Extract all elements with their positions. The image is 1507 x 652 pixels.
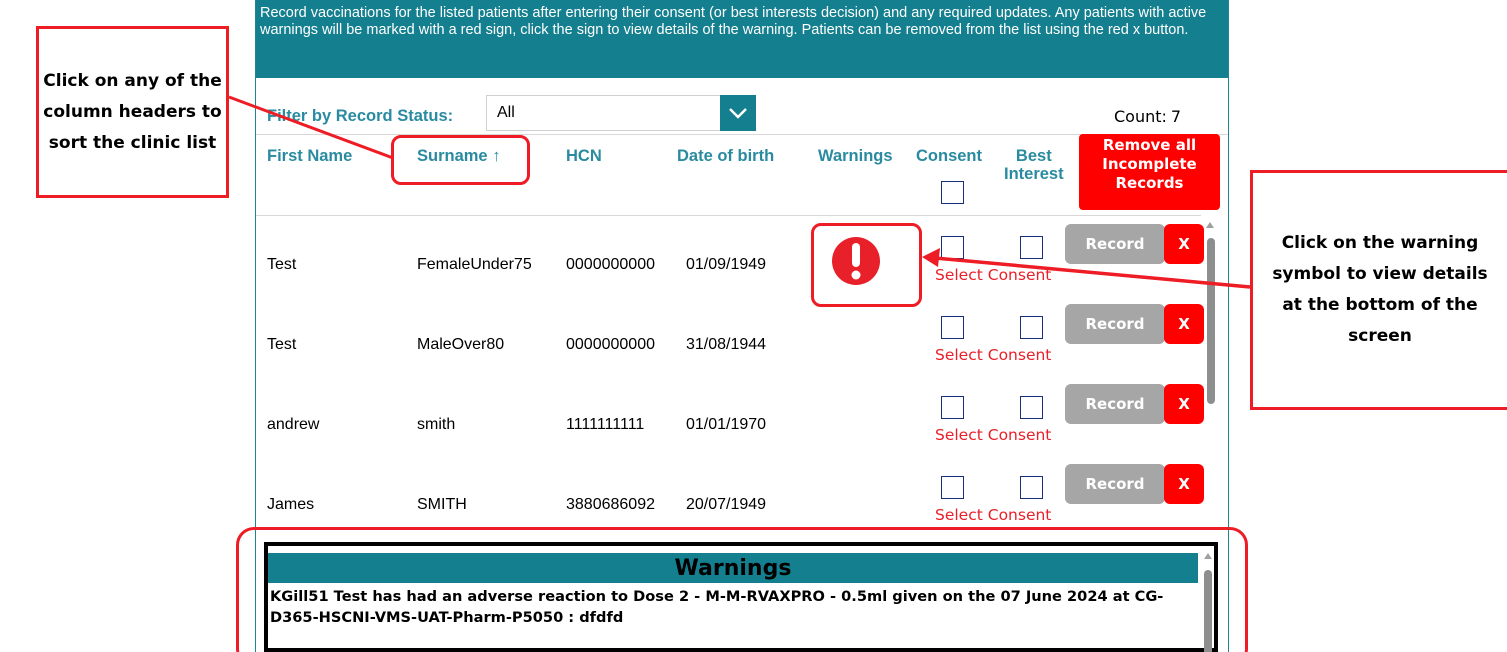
record-button[interactable]: Record xyxy=(1065,224,1165,264)
surname-cell: FemaleUnder75 xyxy=(417,256,532,273)
hcn-cell: 0000000000 xyxy=(566,336,655,353)
column-header-consent[interactable]: Consent xyxy=(916,147,982,166)
warnings-panel-highlight xyxy=(236,527,1248,652)
best-interest-line1: Best xyxy=(1015,147,1052,165)
hcn-cell: 0000000000 xyxy=(566,256,655,273)
remove-row-button[interactable]: X xyxy=(1164,464,1204,504)
best-interest-checkbox[interactable] xyxy=(1020,476,1043,499)
remove-row-button[interactable]: X xyxy=(1164,304,1204,344)
consent-status: Select Consent xyxy=(935,426,1052,444)
table-divider xyxy=(256,215,1201,216)
best-interest-checkbox[interactable] xyxy=(1020,316,1043,339)
first-name-cell: Test xyxy=(267,336,297,353)
surname-cell: SMITH xyxy=(417,496,467,513)
consent-status: Select Consent xyxy=(935,266,1052,284)
dob-cell: 01/01/1970 xyxy=(686,416,767,433)
dob-cell: 20/07/1949 xyxy=(686,496,767,513)
remove-all-line3: Records xyxy=(1115,174,1184,192)
count: Count: 7 xyxy=(1114,107,1181,126)
table-row: andrew smith 1111111111 01/01/1970 Selec… xyxy=(256,382,1216,462)
right-annotation-text: Click on the warning symbol to view deta… xyxy=(1272,233,1488,346)
filter-value: All xyxy=(497,104,515,121)
left-annotation-callout: Click on any of the column headers to so… xyxy=(36,26,229,198)
first-name-cell: andrew xyxy=(267,416,320,433)
remove-all-incomplete-button[interactable]: Remove all Incomplete Records xyxy=(1079,134,1220,210)
consent-checkbox[interactable] xyxy=(941,396,964,419)
select-all-consent-checkbox[interactable] xyxy=(941,181,964,204)
column-header-warnings[interactable]: Warnings xyxy=(818,147,893,166)
hcn-cell: 3880686092 xyxy=(566,496,655,513)
remove-row-button[interactable]: X xyxy=(1164,384,1204,424)
left-annotation-text: Click on any of the column headers to so… xyxy=(43,70,222,153)
table-row: Test MaleOver80 0000000000 31/08/1944 Se… xyxy=(256,302,1216,382)
first-name-cell: James xyxy=(267,496,315,513)
surname-cell: smith xyxy=(417,416,456,433)
column-header-first-name[interactable]: First Name xyxy=(267,147,352,166)
table-row: Test FemaleUnder75 0000000000 01/09/1949… xyxy=(256,222,1216,302)
consent-status: Select Consent xyxy=(935,346,1052,364)
column-header-best-interest[interactable]: Best Interest xyxy=(1004,147,1064,183)
warning-icon-highlight xyxy=(811,223,922,307)
instructions-text: Record vaccinations for the listed patie… xyxy=(260,5,1207,38)
record-button[interactable]: Record xyxy=(1065,464,1165,504)
surname-cell: MaleOver80 xyxy=(417,336,505,353)
column-header-hcn[interactable]: HCN xyxy=(566,147,602,166)
instructions-banner: Record vaccinations for the listed patie… xyxy=(256,0,1228,78)
column-header-dob[interactable]: Date of birth xyxy=(677,147,774,166)
consent-checkbox[interactable] xyxy=(941,316,964,339)
first-name-cell: Test xyxy=(267,256,297,273)
count-value: 7 xyxy=(1170,107,1182,126)
surname-highlight xyxy=(391,135,530,185)
scroll-up-arrow-icon[interactable] xyxy=(1206,222,1214,228)
remove-all-line2: Incomplete xyxy=(1102,155,1197,173)
best-interest-line2: Interest xyxy=(1004,165,1064,183)
filter-label: Filter by Record Status: xyxy=(267,107,454,125)
record-button[interactable]: Record xyxy=(1065,384,1165,424)
table-scrollbar[interactable] xyxy=(1207,238,1215,404)
best-interest-checkbox[interactable] xyxy=(1020,396,1043,419)
record-status-filter[interactable]: All xyxy=(486,95,756,131)
consent-status: Select Consent xyxy=(935,506,1052,524)
dob-cell: 31/08/1944 xyxy=(686,336,767,353)
consent-checkbox[interactable] xyxy=(941,476,964,499)
best-interest-checkbox[interactable] xyxy=(1020,236,1043,259)
count-label: Count: xyxy=(1114,107,1167,126)
dob-cell: 01/09/1949 xyxy=(686,256,767,273)
remove-row-button[interactable]: X xyxy=(1164,224,1204,264)
remove-all-line1: Remove all xyxy=(1102,136,1197,154)
record-button[interactable]: Record xyxy=(1065,304,1165,344)
consent-checkbox[interactable] xyxy=(941,236,964,259)
chevron-down-icon[interactable] xyxy=(720,95,756,131)
hcn-cell: 1111111111 xyxy=(566,416,645,433)
right-annotation-callout: Click on the warning symbol to view deta… xyxy=(1250,170,1507,410)
